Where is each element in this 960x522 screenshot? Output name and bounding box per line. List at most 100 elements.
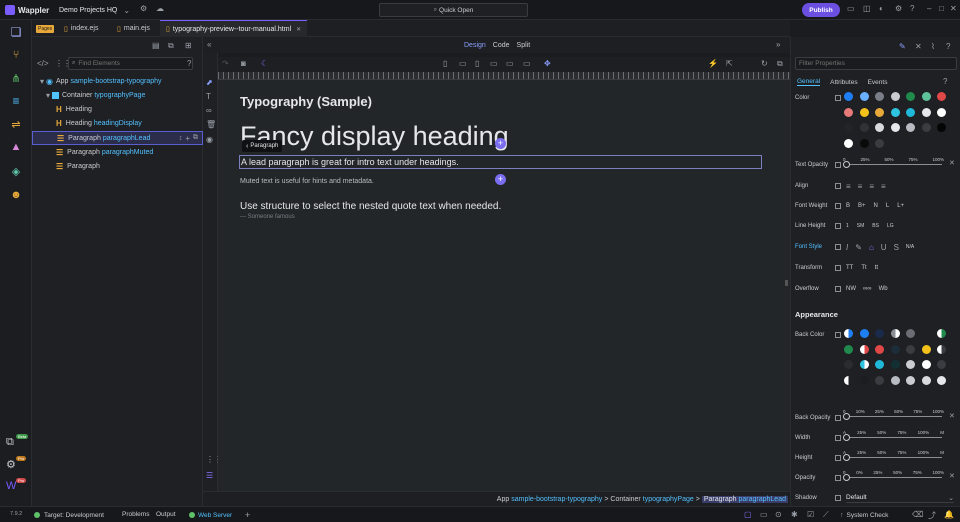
color-swatch[interactable] bbox=[875, 123, 884, 132]
shadow-select[interactable]: Default ⌄ bbox=[846, 493, 954, 503]
color-swatch[interactable] bbox=[844, 329, 853, 338]
crumb-current[interactable]: Paragraph paragraphLead bbox=[701, 495, 788, 503]
moon-icon[interactable]: ☾ bbox=[261, 59, 268, 68]
code-icon[interactable]: </> bbox=[37, 59, 49, 68]
color-swatch[interactable] bbox=[844, 375, 853, 385]
trash-icon[interactable]: 🗑 bbox=[206, 120, 216, 129]
align-justify-icon[interactable]: ≡ bbox=[881, 182, 886, 191]
color-swatch[interactable] bbox=[890, 107, 900, 117]
signpost-icon[interactable]: ⇌ bbox=[8, 117, 24, 131]
extensions-button[interactable]: ⧉ Beta bbox=[6, 434, 29, 452]
tree-node-container[interactable]: ▾ Container typographyPage bbox=[32, 88, 203, 102]
color-swatch[interactable] bbox=[844, 123, 853, 132]
color-swatch[interactable] bbox=[890, 344, 900, 354]
color-swatch[interactable] bbox=[906, 344, 915, 354]
select-icon[interactable]: ⬈ bbox=[206, 78, 213, 87]
tablet-portrait-icon[interactable]: ▯ bbox=[475, 59, 479, 68]
lh-lg[interactable]: LG bbox=[887, 223, 894, 229]
robot-icon[interactable]: ☻ bbox=[8, 188, 24, 202]
add-icon[interactable]: + bbox=[245, 510, 250, 520]
color-swatch[interactable] bbox=[890, 360, 900, 369]
pages-icon[interactable]: ❏ bbox=[8, 25, 24, 39]
color-swatch[interactable] bbox=[921, 375, 931, 385]
web-server-button[interactable]: Web Server bbox=[189, 510, 232, 520]
color-swatch[interactable] bbox=[921, 107, 931, 117]
close-icon[interactable]: ✕ bbox=[950, 4, 957, 13]
tab-index[interactable]: ▯ index.ejs bbox=[58, 20, 105, 37]
theme-icon[interactable]: ◐ bbox=[879, 4, 884, 13]
brush-icon[interactable]: ⌇ bbox=[931, 42, 935, 51]
add-icon[interactable]: + bbox=[185, 134, 190, 143]
clear-icon[interactable]: ✕ bbox=[949, 159, 955, 167]
crumb-container-id[interactable]: typographyPage bbox=[643, 496, 694, 503]
eye-icon[interactable]: ◉ bbox=[206, 135, 213, 144]
color-swatch[interactable] bbox=[875, 329, 884, 338]
text-opacity-checkbox[interactable] bbox=[835, 162, 841, 168]
find-elements-field[interactable] bbox=[78, 60, 189, 67]
color-swatch[interactable] bbox=[937, 123, 946, 132]
italic-icon[interactable]: I bbox=[846, 243, 848, 252]
square-icon[interactable]: ▢ bbox=[744, 510, 752, 519]
opacity-checkbox[interactable] bbox=[835, 475, 841, 481]
align-left-icon[interactable]: ≡ bbox=[846, 182, 851, 191]
text-opacity-slider[interactable]: 0 25% 50% 75% 100% bbox=[843, 157, 944, 168]
color-swatch[interactable] bbox=[937, 360, 946, 369]
move-icon[interactable]: ↕ bbox=[179, 135, 183, 142]
edit-icon[interactable]: ✎ bbox=[899, 42, 906, 51]
text-tool-icon[interactable]: T bbox=[206, 92, 211, 101]
color-swatch[interactable] bbox=[844, 344, 853, 354]
color-swatch[interactable] bbox=[921, 360, 931, 369]
color-swatch[interactable] bbox=[875, 138, 884, 148]
color-swatch[interactable] bbox=[859, 123, 869, 132]
color-swatch[interactable] bbox=[937, 344, 946, 354]
tab-general[interactable]: General bbox=[797, 78, 821, 86]
color-swatch[interactable] bbox=[859, 344, 869, 354]
shadow-checkbox[interactable] bbox=[835, 495, 841, 501]
cloud-icon[interactable]: ☁ bbox=[156, 4, 164, 13]
system-check-button[interactable]: ↑ System Check bbox=[840, 510, 888, 520]
muted-paragraph[interactable]: Muted text is useful for hints and metad… bbox=[240, 178, 374, 185]
color-swatch[interactable] bbox=[875, 375, 884, 385]
opacity-slider[interactable]: 0 0% 25% 50% 75% 100% bbox=[843, 470, 944, 481]
mobile-portrait-icon[interactable]: ▯ bbox=[443, 59, 447, 68]
collapse-right-icon[interactable]: » bbox=[776, 40, 780, 49]
pencil-icon[interactable]: ✎ bbox=[855, 243, 862, 252]
collapse-left-icon[interactable]: « bbox=[207, 40, 211, 49]
blockquote-footer[interactable]: — Someone famous bbox=[240, 214, 295, 220]
sitemap-icon[interactable]: ⊞ bbox=[185, 41, 192, 50]
transform-uppercase[interactable]: TT bbox=[846, 265, 853, 271]
align-checkbox[interactable] bbox=[835, 183, 841, 189]
laptop-icon[interactable]: ▭ bbox=[506, 59, 514, 68]
underline-icon[interactable]: U bbox=[881, 243, 887, 252]
magic-icon[interactable]: ⚡ bbox=[708, 59, 718, 68]
add-element-button[interactable]: + bbox=[495, 174, 506, 185]
align-right-icon[interactable]: ≡ bbox=[869, 182, 874, 191]
page-title[interactable]: Typography (Sample) bbox=[240, 94, 372, 109]
color-swatch[interactable] bbox=[890, 123, 900, 132]
color-swatch[interactable] bbox=[859, 360, 869, 369]
share-icon[interactable]: ⤴ bbox=[928, 510, 936, 521]
color-swatch[interactable] bbox=[875, 360, 884, 369]
slider-knob[interactable] bbox=[843, 161, 850, 168]
back-opacity-slider[interactable]: 0 10% 25% 50% 75% 100% bbox=[843, 409, 944, 420]
filter-properties-input[interactable] bbox=[795, 57, 957, 70]
color-swatch[interactable] bbox=[859, 375, 869, 385]
crumb-app[interactable]: App bbox=[497, 496, 509, 503]
crumb-container[interactable]: Container bbox=[610, 496, 640, 503]
toggle-panel-icon[interactable]: ▤ bbox=[152, 41, 160, 50]
publish-button[interactable]: Publish bbox=[802, 3, 840, 17]
color-swatch[interactable] bbox=[890, 92, 900, 101]
font-style-checkbox[interactable] bbox=[835, 244, 841, 250]
color-swatch[interactable] bbox=[906, 375, 915, 385]
weight-bolder[interactable]: B+ bbox=[858, 203, 866, 209]
tab-typography-preview[interactable]: ▯ typography-preview--tour-manual.html ✕ bbox=[160, 20, 308, 37]
help-icon[interactable]: ? bbox=[946, 42, 950, 51]
check-square-icon[interactable]: ☑ bbox=[807, 510, 814, 519]
clear-icon[interactable]: ✕ bbox=[949, 412, 955, 420]
tablet-landscape-icon[interactable]: ▭ bbox=[490, 59, 498, 68]
font-weight-checkbox[interactable] bbox=[835, 203, 841, 209]
color-swatch[interactable] bbox=[906, 92, 915, 101]
project-selector[interactable]: Demo Projects HQ ⌄ bbox=[59, 3, 130, 17]
gear-icon[interactable]: ⚙ bbox=[140, 4, 147, 13]
overflow-checkbox[interactable] bbox=[835, 286, 841, 292]
